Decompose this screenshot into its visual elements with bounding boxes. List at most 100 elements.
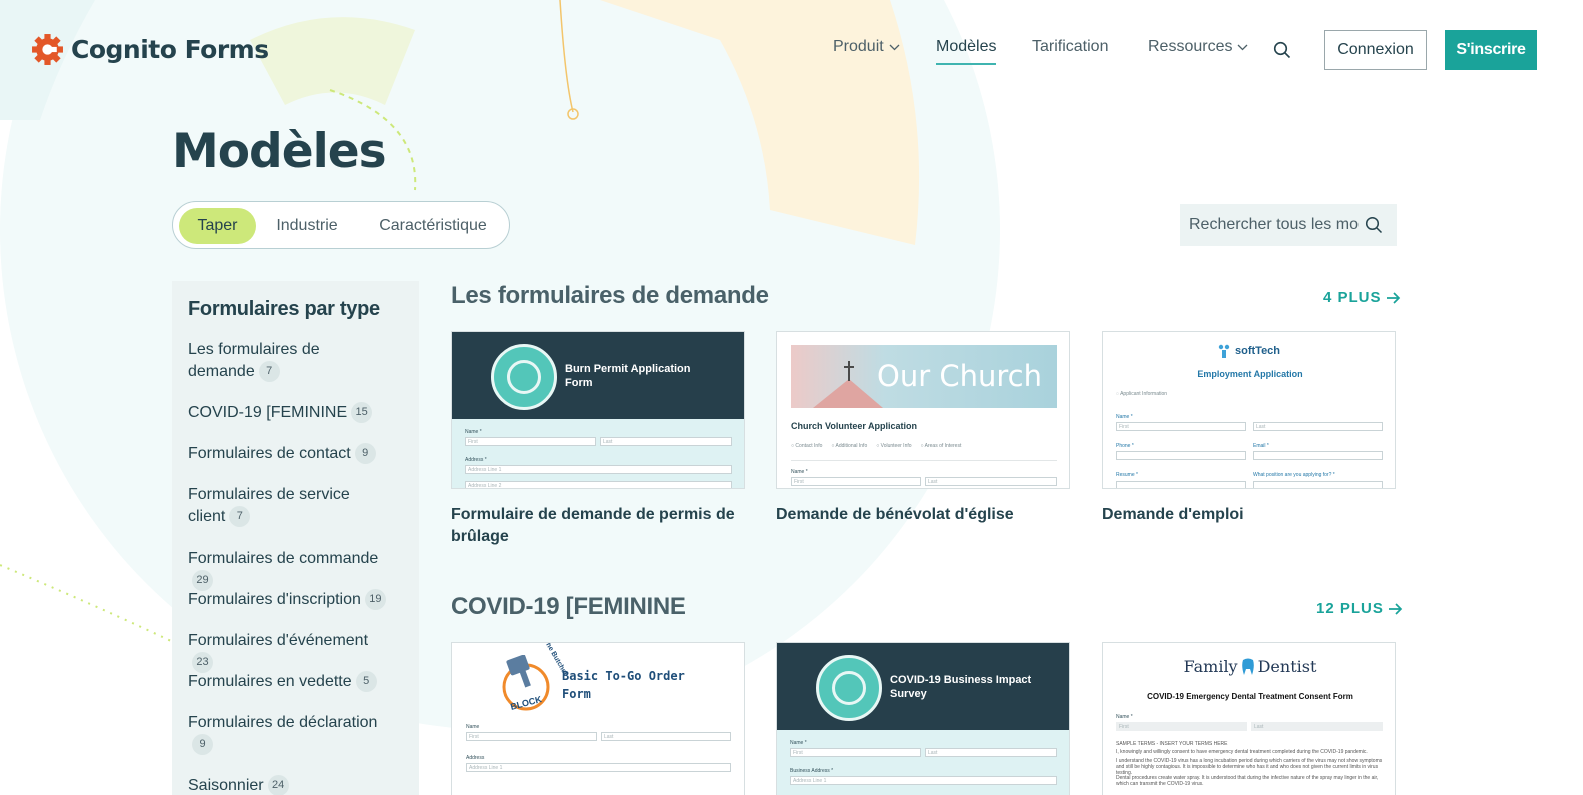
count-badge: 9 (192, 734, 213, 756)
sidebar-item-demande[interactable]: Les formulaires de demande 7 (188, 339, 388, 383)
sidebar-item-declaration[interactable]: Formulaires de déclaration 9 (188, 712, 388, 756)
thumb-header: COVID-19 Business Impact Survey (777, 643, 1069, 730)
thumb-placeholder: First (468, 439, 478, 445)
chevron-down-icon (1238, 44, 1248, 50)
search-icon (1273, 41, 1291, 59)
dentist-logo-text: Family (1183, 657, 1238, 676)
thumb-label: Name (466, 724, 480, 730)
thumb-field (1116, 481, 1246, 488)
template-card-title[interactable]: Demande d'emploi (1102, 504, 1402, 526)
thumb-title: Church Volunteer Application (791, 421, 918, 431)
arrow-right-icon (1388, 602, 1403, 615)
brand-logo[interactable]: Cognito Forms (31, 33, 269, 66)
sidebar-item-commande[interactable]: Formulaires de commande29 (188, 548, 388, 592)
nav-label: Ressources (1148, 38, 1233, 55)
sidebar-item-label: Formulaires de déclaration (188, 714, 378, 731)
nav-item-ressources[interactable]: Ressources (1148, 38, 1248, 56)
sidebar-item-contact[interactable]: Formulaires de contact 9 (188, 443, 388, 465)
tab-taper[interactable]: Taper (179, 208, 256, 244)
thumb-step: ○ Volunteer Info (876, 443, 912, 449)
thumb-field: Last (600, 437, 732, 446)
thumb-field: Last (601, 732, 731, 741)
thumb-label: Name * (791, 469, 808, 475)
sidebar-item-label: Formulaires en vedette (188, 673, 352, 690)
sidebar-item-label: Formulaires de contact (188, 445, 351, 462)
count-badge: 24 (267, 775, 289, 795)
thumb-label: Business Address * (790, 768, 834, 774)
template-card-thumbnail[interactable]: Our Church Church Volunteer Application … (776, 331, 1070, 489)
thumb-title: COVID-19 Business Impact Survey (890, 674, 1032, 700)
thumb-section: ◌ Applicant Information (1116, 391, 1168, 397)
tooth-icon (1241, 658, 1254, 675)
filter-tabs: Taper Industrie Caractéristique (172, 201, 510, 249)
more-link-covid[interactable]: 12 PLUS (1316, 600, 1403, 617)
template-card-thumbnail[interactable]: The Butcher BLOCK Basic To-Go Order Form… (451, 642, 745, 795)
thumb-placeholder: Last (928, 750, 938, 756)
tab-industrie[interactable]: Industrie (263, 208, 351, 244)
section-title-demande: Les formulaires de demande (451, 282, 769, 309)
nav-item-tarification[interactable]: Tarification (1032, 38, 1108, 56)
thumb-placeholder: Last (604, 734, 614, 740)
arrow-right-icon (1386, 291, 1400, 304)
thumb-placeholder: Last (1254, 724, 1264, 730)
softtech-logo-icon (1218, 344, 1230, 358)
thumb-field: First (466, 732, 597, 741)
sidebar-item-vedette[interactable]: Formulaires en vedette 5 (188, 671, 388, 693)
template-card-thumbnail[interactable]: Burn Permit Application Form Name * Firs… (451, 331, 745, 489)
template-card-thumbnail[interactable]: COVID-19 Business Impact Survey Name * F… (776, 642, 1070, 795)
signup-button[interactable]: S'inscrire (1445, 30, 1537, 70)
count-badge: 7 (258, 361, 280, 383)
site-header: Cognito Forms Produit Modèles Tarificati… (0, 0, 1583, 100)
nav-search-button[interactable] (1273, 41, 1291, 59)
thumb-placeholder: Address Line 1 (468, 467, 502, 473)
sidebar-item-inscription[interactable]: Formulaires d'inscription 19 (188, 589, 388, 611)
sidebar-item-service-client[interactable]: Formulaires de service client 7 (188, 484, 388, 528)
sidebar-item-evenement[interactable]: Formulaires d'événement23 (188, 630, 388, 674)
thumb-field: Address Line 1 (465, 465, 732, 474)
thumb-placeholder: Address Line 1 (793, 778, 827, 784)
nav-item-produit[interactable]: Produit (833, 38, 900, 56)
thumb-label: Name * (465, 429, 482, 435)
thumb-text: Dental procedures create water spray. It… (1116, 775, 1379, 787)
count-badge: 19 (364, 589, 386, 611)
thumb-placeholder: Last (603, 439, 613, 445)
thumb-field: First (791, 477, 921, 486)
template-card-thumbnail[interactable]: Family Dentist COVID-19 Emergency Dental… (1102, 642, 1396, 795)
banner-text: Our Church (877, 359, 1042, 393)
tab-caracteristique[interactable]: Caractéristique (363, 208, 503, 244)
login-button[interactable]: Connexion (1324, 30, 1427, 70)
sidebar-item-label: Formulaires de commande (188, 550, 379, 567)
more-link-demande[interactable]: 4 PLUS (1323, 289, 1401, 306)
page-title: Modèles (172, 124, 387, 179)
thumb-field: Address Line 1 (466, 763, 731, 772)
thumb-field: Last (1253, 422, 1383, 431)
search-icon[interactable] (1365, 216, 1383, 234)
thumb-step: ○ Additional Info (831, 443, 868, 449)
church-roof-icon (813, 361, 883, 408)
thumb-field: First (790, 748, 921, 757)
thumb-field: Address Line 1 (790, 776, 1057, 785)
nav-item-modeles[interactable]: Modèles (936, 38, 997, 65)
more-label: 4 PLUS (1323, 289, 1382, 306)
thumb-label: What position are you applying for? * (1253, 472, 1335, 478)
thumb-text: I understand the COVID-19 virus has a lo… (1116, 758, 1383, 776)
count-badge: 15 (351, 402, 373, 424)
template-card-title[interactable]: Demande de bénévolat d'église (776, 504, 1076, 526)
count-badge: 7 (229, 506, 251, 528)
more-label: 12 PLUS (1316, 600, 1384, 617)
thumb-label: Address * (465, 457, 487, 463)
thumb-label: Name * (1116, 714, 1133, 720)
seal-logo (491, 344, 557, 410)
sidebar-item-covid[interactable]: COVID-19 [FEMININE 15 (188, 402, 388, 424)
template-card-title[interactable]: Formulaire de demande de permis de brûla… (451, 504, 751, 548)
template-card-thumbnail[interactable]: softTech Employment Application ◌ Applic… (1102, 331, 1396, 489)
thumb-steps: ○ Contact Info ○ Additional Info ○ Volun… (791, 443, 961, 449)
search-input[interactable] (1189, 216, 1359, 234)
thumb-label: Email * (1253, 443, 1269, 449)
sidebar-item-label: Les formulaires de demande (188, 341, 320, 380)
nav-label: Produit (833, 38, 884, 55)
sidebar-item-label: Formulaires d'inscription (188, 591, 361, 608)
sidebar-item-saisonnier[interactable]: Saisonnier 24 (188, 775, 388, 795)
thumb-step: ○ Contact Info (791, 443, 823, 449)
seal-inner (832, 671, 866, 705)
